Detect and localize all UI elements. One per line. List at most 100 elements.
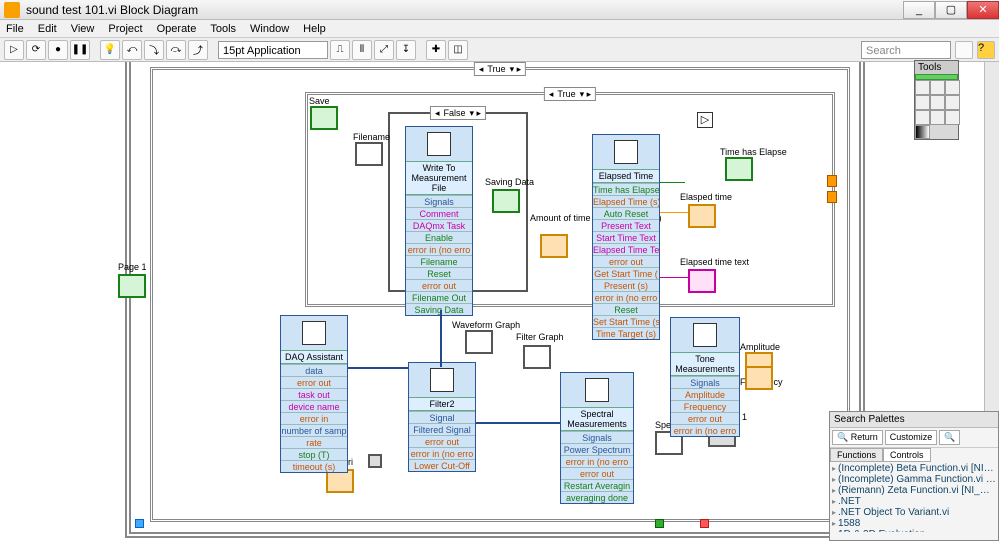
tone-measurements-node[interactable]: Tone Measurements SignalsAmplitudeFreque… [670, 317, 740, 437]
terminal-lower-cut-off[interactable]: Lower Cut-Off [409, 459, 475, 471]
pause-button[interactable]: ❚❚ [70, 40, 90, 60]
menu-edit[interactable]: Edit [38, 23, 57, 35]
spectral-measurements-node[interactable]: Spectral Measurements SignalsPower Spect… [560, 372, 634, 504]
terminal-number-of-samp[interactable]: number of samp [281, 424, 347, 436]
terminal-error-out[interactable]: error out [406, 279, 472, 291]
font-selector[interactable]: 15pt Application Font [218, 41, 328, 59]
search-result-item[interactable]: (Riemann) Zeta Function.vi [NI_Gmath.lvl… [832, 485, 996, 496]
terminal-data[interactable]: data [281, 364, 347, 376]
menu-tools[interactable]: Tools [210, 23, 236, 35]
terminal-signals[interactable]: Signals [406, 195, 472, 207]
terminal-elapsed-time-te[interactable]: Elapsed Time Te [593, 243, 659, 255]
frequency-indicator[interactable] [745, 366, 773, 390]
search-input[interactable]: Search [861, 41, 951, 59]
search-results-list[interactable]: (Incomplete) Beta Function.vi [NI_Gmath.… [830, 462, 998, 532]
terminal-error-in-no-erro[interactable]: error in (no erro [593, 291, 659, 303]
step-out-button[interactable]: ⤴ [188, 40, 208, 60]
terminal-present-text[interactable]: Present Text [593, 219, 659, 231]
window-maximize-button[interactable]: ▢ [935, 1, 967, 19]
highlight-exec-button[interactable]: 💡 [100, 40, 120, 60]
menu-window[interactable]: Window [250, 23, 289, 35]
terminal-auto-reset[interactable]: Auto Reset [593, 207, 659, 219]
window-minimize-button[interactable]: _ [903, 1, 935, 19]
terminal-error-in-no-erro[interactable]: error in (no erro [561, 455, 633, 467]
search-result-item[interactable]: .NET [832, 496, 996, 507]
terminal-error-out[interactable]: error out [671, 412, 739, 424]
terminal-time-has-elapse[interactable]: Time has Elapse [593, 183, 659, 195]
color-copy-tool-icon[interactable] [945, 110, 960, 125]
shortcut-tool-icon[interactable] [930, 95, 945, 110]
terminal-saving-data[interactable]: Saving Data [406, 303, 472, 315]
save-control[interactable] [310, 106, 338, 130]
terminal-signals[interactable]: Signals [561, 431, 633, 443]
case-filecase-selector[interactable]: ◂ False ▾ ▸ [430, 106, 486, 120]
case-inner[interactable]: ◂ True ▾ ▸ [305, 92, 835, 307]
terminal-set-start-time-s[interactable]: Set Start Time (s [593, 315, 659, 327]
search-go-button[interactable] [955, 41, 973, 59]
terminal-reset[interactable]: Reset [406, 267, 472, 279]
resize-button[interactable]: ⤢ [374, 40, 394, 60]
terminal-filename-out[interactable]: Filename Out [406, 291, 472, 303]
saving-data-indicator[interactable] [492, 189, 520, 213]
terminal-error-out[interactable]: error out [593, 255, 659, 267]
terminal-power-spectrum[interactable]: Power Spectrum [561, 443, 633, 455]
search-palettes-panel[interactable]: Search Palettes 🔍 Return Customize 🔍 Fun… [829, 411, 999, 541]
terminal-error-out[interactable]: error out [409, 435, 475, 447]
search-result-item[interactable]: 1D & 2D Evaluation [832, 529, 996, 532]
terminal-time-target-s-[interactable]: Time Target (s) [593, 327, 659, 339]
align-button[interactable]: ⎍ [330, 40, 350, 60]
terminal-amplitude[interactable]: Amplitude [671, 388, 739, 400]
loop-condition-icon[interactable] [368, 454, 382, 468]
wiring-tool-icon[interactable] [915, 95, 930, 110]
elapsed-time-indicator[interactable] [688, 204, 716, 228]
waveform-graph-indicator[interactable] [465, 330, 493, 354]
tools-palette[interactable]: Tools [914, 60, 959, 140]
probe-tool-icon[interactable] [930, 110, 945, 125]
distribute-button[interactable]: ⫴ [352, 40, 372, 60]
case-inner-selector[interactable]: ◂ True ▾ ▸ [544, 87, 596, 101]
terminal-error-in[interactable]: error in [281, 412, 347, 424]
search-result-item[interactable]: .NET Object To Variant.vi [832, 507, 996, 518]
step-over-button[interactable]: ⤼ [166, 40, 186, 60]
terminal-timeout-s-[interactable]: timeout (s) [281, 460, 347, 472]
search-return-button[interactable]: 🔍 Return [832, 430, 883, 445]
breakpoint-tool-icon[interactable] [915, 110, 930, 125]
filter-graph-indicator[interactable] [523, 345, 551, 369]
color-tool-icon[interactable] [915, 125, 930, 139]
filter-node[interactable]: Filter2 SignalFiltered Signalerror outer… [408, 362, 476, 472]
run-button[interactable]: ▷ [4, 40, 24, 60]
scroll-tool-icon[interactable] [945, 95, 960, 110]
tab-functions[interactable]: Functions [830, 448, 883, 462]
terminal-reset[interactable]: Reset [593, 303, 659, 315]
search-customize-button[interactable]: Customize [885, 430, 938, 445]
tab-controls[interactable]: Controls [883, 448, 931, 462]
reorder-button[interactable]: ↧ [396, 40, 416, 60]
step-into-button[interactable]: ⤵ [144, 40, 164, 60]
terminal-start-time-text[interactable]: Start Time Text [593, 231, 659, 243]
terminal-task-out[interactable]: task out [281, 388, 347, 400]
text-tool-icon[interactable] [945, 80, 960, 95]
case-outer-selector[interactable]: ◂ True ▾ ▸ [474, 62, 526, 76]
menu-file[interactable]: File [6, 23, 24, 35]
menu-help[interactable]: Help [303, 23, 326, 35]
search-result-item[interactable]: (Incomplete) Beta Function.vi [NI_Gmath.… [832, 463, 996, 474]
position-tool-icon[interactable] [930, 80, 945, 95]
window-close-button[interactable]: ✕ [967, 1, 999, 19]
terminal-elapsed-time-s-[interactable]: Elapsed Time (s) [593, 195, 659, 207]
terminal-error-in-no-erro[interactable]: error in (no erro [671, 424, 739, 436]
terminal-filename[interactable]: Filename [406, 255, 472, 267]
search-result-item[interactable]: (Incomplete) Gamma Function.vi [NI_Gmath… [832, 474, 996, 485]
terminal-signals[interactable]: Signals [671, 376, 739, 388]
run-continuous-button[interactable]: ⟳ [26, 40, 46, 60]
terminal-device-name[interactable]: device name [281, 400, 347, 412]
terminal-signal[interactable]: Signal [409, 411, 475, 423]
terminal-frequency[interactable]: Frequency [671, 400, 739, 412]
retain-wire-button[interactable]: ⤺ [122, 40, 142, 60]
terminal-comment[interactable]: Comment [406, 207, 472, 219]
filename-control[interactable] [355, 142, 383, 166]
menu-operate[interactable]: Operate [157, 23, 197, 35]
terminal-error-in-no-erro[interactable]: error in (no erro [406, 243, 472, 255]
search-go-button[interactable]: 🔍 [939, 430, 960, 445]
cleanup-button[interactable]: ✚ [426, 40, 446, 60]
not-primitive-icon[interactable]: ▷ [697, 112, 713, 128]
